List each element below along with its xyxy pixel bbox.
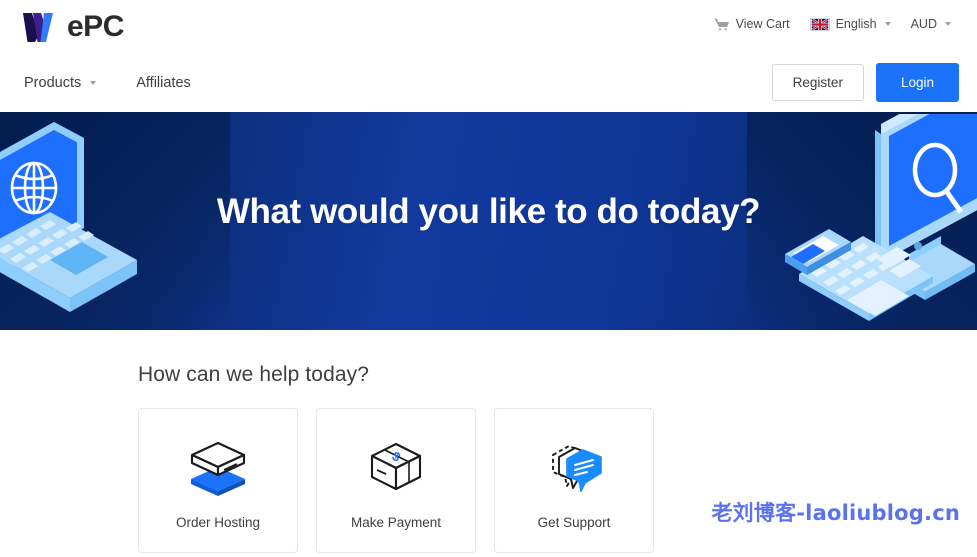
- main-content: How can we help today? Order Hosting $ M…: [0, 330, 977, 557]
- page-root: ePC View Cart English AUD Products Affil…: [0, 0, 977, 557]
- currency-selector[interactable]: AUD: [901, 14, 961, 34]
- view-cart-link[interactable]: View Cart: [704, 14, 800, 34]
- utility-links: View Cart English AUD: [704, 14, 961, 34]
- chevron-down-icon: [884, 22, 891, 26]
- currency-label: AUD: [910, 17, 937, 31]
- nav-links: Products Affiliates: [22, 53, 193, 112]
- nav-actions: Register Login: [771, 53, 959, 112]
- card-make-payment[interactable]: $ Make Payment: [316, 408, 476, 553]
- nav-item-products-label: Products: [24, 74, 82, 91]
- card-order-hosting-label: Order Hosting: [175, 515, 261, 530]
- card-get-support-label: Get Support: [537, 515, 611, 530]
- language-selector[interactable]: English: [800, 14, 901, 34]
- language-label: English: [835, 17, 877, 31]
- chevron-down-icon: [945, 22, 951, 26]
- register-button[interactable]: Register: [771, 63, 864, 102]
- view-cart-label: View Cart: [735, 17, 790, 31]
- w-logo-icon: [23, 13, 53, 42]
- hero-banner: What would you like to do today?: [0, 112, 977, 330]
- nav-item-affiliates[interactable]: Affiliates: [134, 71, 193, 95]
- nav-item-products[interactable]: Products: [22, 71, 98, 95]
- section-title: How can we help today?: [138, 363, 370, 386]
- speech-bubbles-icon: [543, 437, 605, 499]
- top-utility-bar: ePC View Cart English AUD: [0, 0, 977, 53]
- watermark: 老刘博客-laoliublog.cn: [711, 501, 960, 525]
- card-make-payment-label: Make Payment: [350, 515, 442, 530]
- hero-title: What would you like to do today?: [216, 192, 761, 231]
- server-box-icon: [187, 437, 249, 499]
- action-cards: Order Hosting $ Make Payment Get Support: [138, 408, 654, 553]
- card-order-hosting[interactable]: Order Hosting: [138, 408, 298, 553]
- card-get-support[interactable]: Get Support: [494, 408, 654, 553]
- nav-item-affiliates-label: Affiliates: [136, 74, 191, 91]
- logo-wordmark: ePC: [67, 10, 124, 43]
- site-logo[interactable]: ePC: [22, 8, 124, 46]
- login-button[interactable]: Login: [875, 62, 959, 103]
- main-navigation-bar: Products Affiliates Register Login: [0, 53, 977, 112]
- payment-box-dollar-icon: $: [365, 437, 427, 499]
- shopping-cart-icon: [714, 18, 729, 31]
- uk-flag-icon: [809, 17, 830, 31]
- chevron-down-icon: [90, 80, 97, 85]
